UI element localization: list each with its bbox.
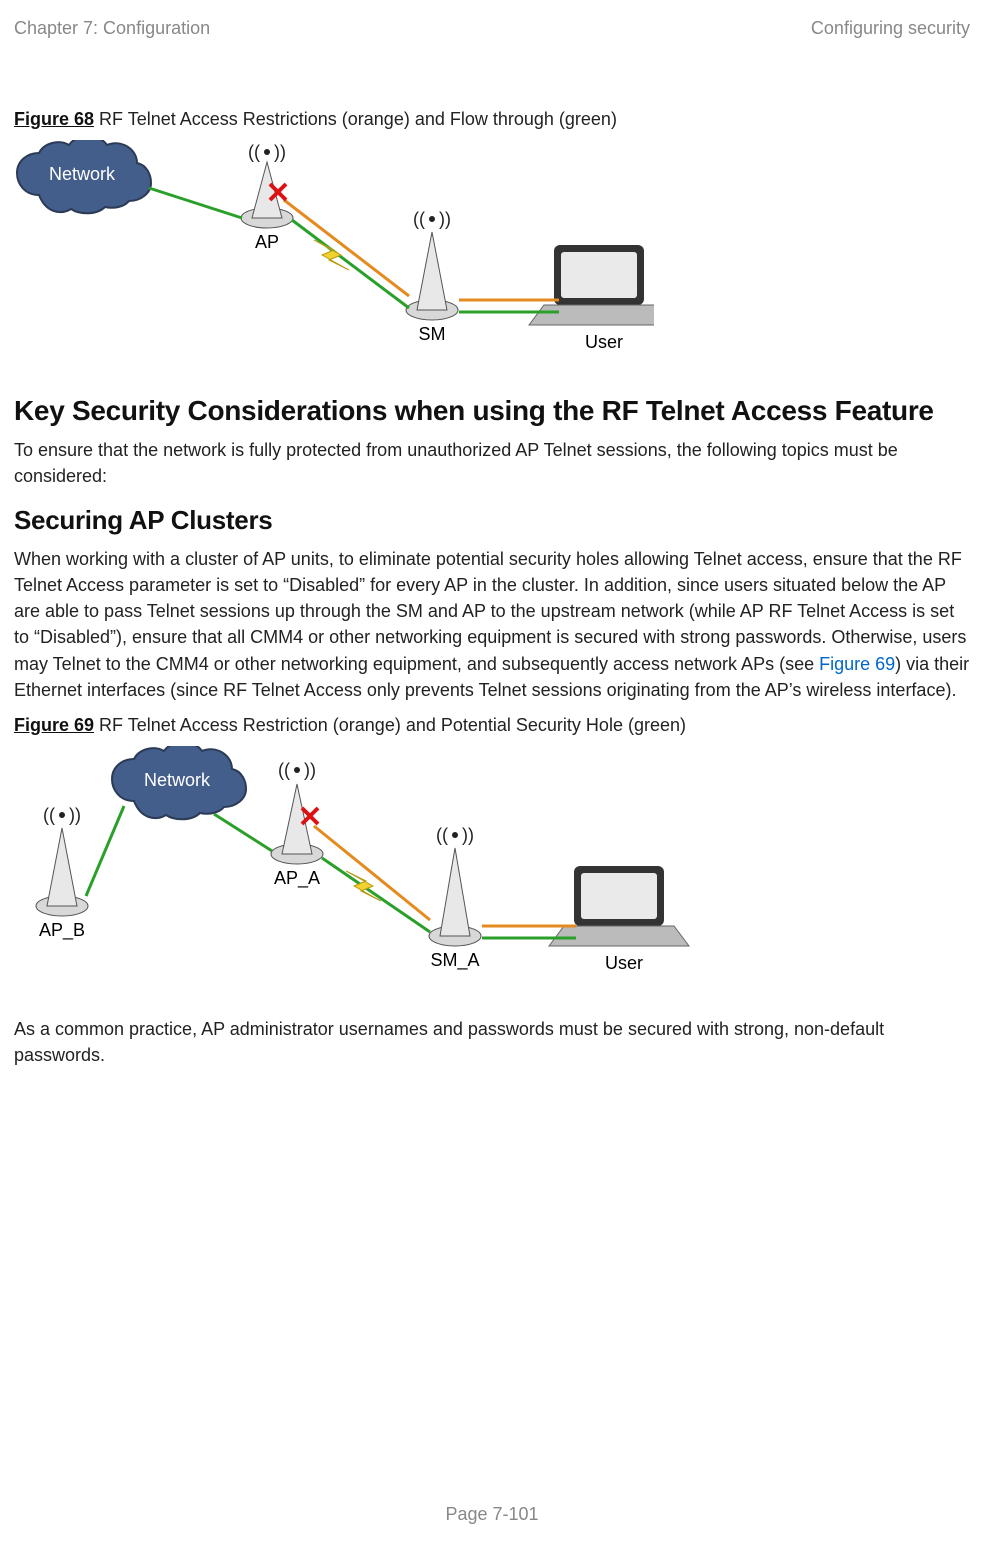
ap-label: AP xyxy=(255,232,279,252)
network-cloud-icon: Network xyxy=(17,140,151,213)
svg-text:((: (( xyxy=(413,209,425,229)
sm-icon: (( )) SM xyxy=(406,209,458,344)
heading-key-security: Key Security Considerations when using t… xyxy=(14,395,970,427)
user-label: User xyxy=(585,332,623,352)
svg-text:)): )) xyxy=(304,760,316,780)
user-label: User xyxy=(605,953,643,973)
figure-69-label: Figure 69 xyxy=(14,715,94,735)
figure-69-link[interactable]: Figure 69 xyxy=(819,654,895,674)
para-common-practice: As a common practice, AP administrator u… xyxy=(14,1016,970,1068)
figure-68-caption-text: RF Telnet Access Restrictions (orange) a… xyxy=(94,109,617,129)
ap-a-icon: (( )) AP_A xyxy=(271,760,323,889)
svg-text:((: (( xyxy=(436,825,448,845)
svg-text:)): )) xyxy=(69,805,81,825)
sm-a-icon: (( )) SM_A xyxy=(429,825,481,971)
page-footer: Page 7-101 xyxy=(0,1504,984,1525)
ap-b-label: AP_B xyxy=(39,920,85,941)
svg-text:((: (( xyxy=(248,142,260,162)
svg-text:)): )) xyxy=(462,825,474,845)
figure-69-caption: Figure 69 RF Telnet Access Restriction (… xyxy=(14,715,970,736)
figure-69-caption-text: RF Telnet Access Restriction (orange) an… xyxy=(94,715,686,735)
sm-a-label: SM_A xyxy=(430,950,479,971)
svg-text:((: (( xyxy=(43,805,55,825)
para-clusters: When working with a cluster of AP units,… xyxy=(14,546,970,703)
figure-69-diagram: Network (( )) AP_B (( )) AP_A (( )) SM_A… xyxy=(14,746,970,996)
laptop-icon: User xyxy=(549,866,689,973)
page-header: Chapter 7: Configuration Configuring sec… xyxy=(14,18,970,39)
ap-a-label: AP_A xyxy=(274,868,320,889)
ap-b-icon: (( )) AP_B xyxy=(36,805,88,941)
header-right: Configuring security xyxy=(811,18,970,39)
network-label: Network xyxy=(144,770,211,790)
svg-text:)): )) xyxy=(274,142,286,162)
sm-label: SM xyxy=(419,324,446,344)
figure-68-caption: Figure 68 RF Telnet Access Restrictions … xyxy=(14,109,970,130)
para-intro: To ensure that the network is fully prot… xyxy=(14,437,970,489)
figure-68-diagram: Network (( )) AP (( )) SM User xyxy=(14,140,970,375)
figure-68-label: Figure 68 xyxy=(14,109,94,129)
blocked-x-icon xyxy=(302,808,318,824)
network-label: Network xyxy=(49,164,116,184)
heading-securing-clusters: Securing AP Clusters xyxy=(14,505,970,536)
network-cloud-icon: Network xyxy=(112,746,246,819)
svg-text:((: (( xyxy=(278,760,290,780)
svg-text:)): )) xyxy=(439,209,451,229)
header-left: Chapter 7: Configuration xyxy=(14,18,210,39)
